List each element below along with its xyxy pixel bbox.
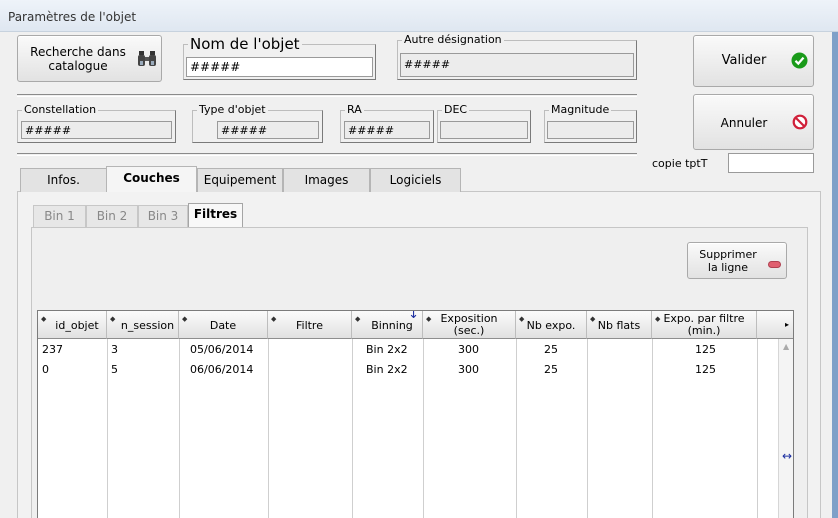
column-header-expo-par-filtre[interactable]: ◆ Expo. par filtre (min.) xyxy=(652,311,757,339)
constellation-field[interactable]: ##### xyxy=(21,121,172,139)
binoculars-icon xyxy=(137,50,157,71)
sort-icon: ◆ xyxy=(41,315,47,323)
cell-exposition: 300 xyxy=(458,343,479,356)
no-entry-icon xyxy=(792,114,808,133)
object-type-label: Type d'objet xyxy=(197,103,268,117)
column-divider xyxy=(757,339,758,518)
column-header-nb-expo[interactable]: ◆ Nb expo. xyxy=(516,311,587,339)
delete-row-button[interactable]: Supprimer la ligne xyxy=(687,242,787,279)
subtab-filtres[interactable]: Filtres xyxy=(188,203,243,227)
validate-label: Valider xyxy=(721,53,767,68)
ra-field[interactable]: ##### xyxy=(344,121,430,139)
subtab-bin2[interactable]: Bin 2 xyxy=(86,205,138,227)
search-catalog-button[interactable]: Recherche dans catalogue xyxy=(17,35,162,82)
column-header-filtre[interactable]: ◆ Filtre xyxy=(268,311,352,339)
table-vertical-scrollbar[interactable]: ▲ xyxy=(778,339,793,518)
sort-arrow-down-icon: ↓ xyxy=(408,310,419,322)
cell-id-objet: 237 xyxy=(42,343,63,356)
column-header-exposition[interactable]: ◆ Exposition (sec.) xyxy=(423,311,516,339)
cell-date: 06/06/2014 xyxy=(190,363,254,376)
top-divider xyxy=(17,94,637,97)
window-right-border xyxy=(832,32,838,518)
delete-row-label: Supprimer la ligne xyxy=(699,248,757,274)
cell-n-session: 5 xyxy=(111,363,118,376)
tab-images[interactable]: Images xyxy=(283,168,370,192)
cell-expo-par-filtre: 125 xyxy=(695,343,716,356)
cell-n-session: 3 xyxy=(111,343,118,356)
other-designation-label: Autre désignation xyxy=(402,33,504,47)
check-icon xyxy=(791,52,808,72)
column-header-id-objet[interactable]: ◆ id_objet xyxy=(38,311,107,339)
cell-binning: Bin 2x2 xyxy=(366,343,408,356)
cell-nb-expo: 25 xyxy=(544,363,558,376)
ra-label: RA xyxy=(345,103,364,117)
cell-id-objet: 0 xyxy=(42,363,49,376)
mid-divider xyxy=(17,153,637,156)
column-header-n-session[interactable]: ◆ n_session xyxy=(107,311,179,339)
table-row[interactable]: 0 5 06/06/2014 Bin 2x2 300 25 125 xyxy=(38,361,757,380)
filters-table[interactable]: ◆ id_objet ◆ n_session ◆ Date ◆ Filtre ◆… xyxy=(37,310,794,518)
window-title: Paramètres de l'objet xyxy=(8,10,137,24)
copy-tpt-field[interactable] xyxy=(728,153,814,173)
tab-logiciels[interactable]: Logiciels xyxy=(370,168,461,192)
minus-icon xyxy=(768,258,781,271)
column-header-binning[interactable]: ◆ Binning ↓ xyxy=(352,311,423,339)
cell-date: 05/06/2014 xyxy=(190,343,254,356)
tab-equipement[interactable]: Equipement xyxy=(197,168,283,192)
copy-tpt-label: copie tptT xyxy=(652,157,708,170)
constellation-label: Constellation xyxy=(22,103,99,117)
tab-infos[interactable]: Infos. xyxy=(20,168,107,192)
column-resize-icon: ↔ xyxy=(782,449,793,463)
cell-binning: Bin 2x2 xyxy=(366,363,408,376)
dec-field[interactable] xyxy=(440,121,528,139)
cancel-button[interactable]: Annuler xyxy=(693,94,814,150)
dec-label: DEC xyxy=(442,103,470,117)
magnitude-field[interactable] xyxy=(547,121,634,139)
subtab-bin1[interactable]: Bin 1 xyxy=(33,205,86,227)
search-catalog-label: Recherche dans catalogue xyxy=(30,45,126,73)
tab-couches[interactable]: Couches xyxy=(106,166,197,192)
object-name-label: Nom de l'objet xyxy=(188,35,302,53)
table-row[interactable]: 237 3 05/06/2014 Bin 2x2 300 25 125 xyxy=(38,341,757,360)
scroll-up-arrow-icon[interactable]: ▲ xyxy=(783,342,789,351)
column-header-date[interactable]: ◆ Date xyxy=(179,311,268,339)
cell-nb-expo: 25 xyxy=(544,343,558,356)
sort-icon: ◆ xyxy=(355,315,361,323)
window-titlebar: Paramètres de l'objet xyxy=(0,0,838,32)
magnitude-label: Magnitude xyxy=(549,103,612,117)
subtab-bin3[interactable]: Bin 3 xyxy=(138,205,188,227)
cancel-label: Annuler xyxy=(720,116,768,130)
other-designation-field[interactable]: ##### xyxy=(400,53,634,77)
object-name-field[interactable]: ##### xyxy=(186,57,373,77)
scroll-right-arrow-icon: ▸ xyxy=(784,320,789,329)
cell-expo-par-filtre: 125 xyxy=(695,363,716,376)
sort-icon: ◆ xyxy=(110,315,116,323)
object-type-field[interactable]: ##### xyxy=(217,121,319,139)
validate-button[interactable]: Valider xyxy=(693,35,814,87)
column-header-nb-flats[interactable]: ◆ Nb flats xyxy=(587,311,652,339)
column-header-scroll[interactable]: ▸ xyxy=(757,311,793,339)
cell-exposition: 300 xyxy=(458,363,479,376)
